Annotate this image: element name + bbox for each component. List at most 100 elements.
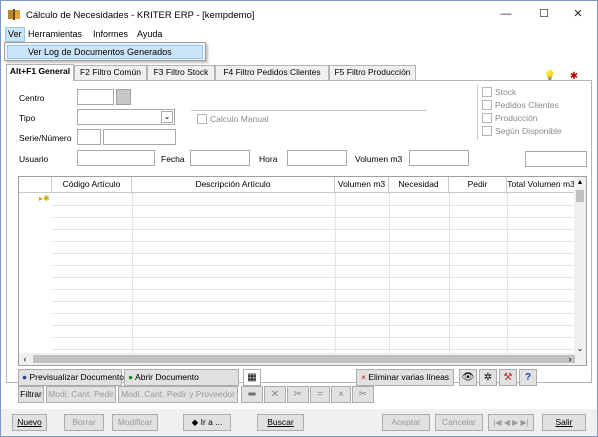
serie-label: Serie/Número: [19, 133, 72, 143]
scroll-thumb[interactable]: [576, 190, 584, 202]
tab-filtro-produccion[interactable]: F5 Filtro Producción: [329, 65, 416, 80]
tab-general[interactable]: Alt+F1 General: [6, 64, 74, 81]
modificar-button[interactable]: Modificar: [112, 414, 158, 431]
chevron-down-icon[interactable]: ⌄: [161, 111, 173, 123]
current-row-icon: ▸✱: [39, 194, 50, 203]
equals-small-icon[interactable]: =: [310, 386, 330, 403]
settings-icon[interactable]: ✲: [479, 369, 497, 386]
calendar-icon[interactable]: ▦: [243, 369, 261, 386]
horizontal-scrollbar[interactable]: ‹ ›: [19, 353, 586, 365]
menu-ayuda[interactable]: Ayuda: [135, 29, 164, 39]
preview-icon: ●: [22, 372, 28, 382]
stock-checkbox[interactable]: [482, 87, 492, 97]
grid-col-line: [449, 193, 450, 355]
close-button[interactable]: ✕: [563, 4, 593, 24]
view-icon[interactable]: 👁: [459, 369, 477, 386]
help-icon[interactable]: ?: [519, 369, 537, 386]
mod-cant-pedir-prov-button[interactable]: Modi. Cant. Pedir y Proveedor: [118, 386, 238, 403]
hora-label: Hora: [259, 154, 278, 164]
delete-icon: ×: [360, 372, 366, 382]
nuevo-button[interactable]: Nuevo: [12, 414, 47, 431]
col-pedir[interactable]: Pedir: [449, 177, 507, 193]
hscroll-thumb[interactable]: [33, 355, 575, 363]
salir-button[interactable]: Salir: [542, 414, 586, 431]
menu-ver[interactable]: Ver: [5, 27, 25, 42]
app-window: Cálculo de Necesidades - KRITER ERP - [k…: [0, 0, 598, 437]
centro-input[interactable]: [77, 89, 114, 105]
grid-col-line: [335, 193, 336, 355]
grid-row-line: [52, 265, 576, 266]
ir-a-button[interactable]: ◆ Ir a ...: [183, 414, 231, 431]
extra-input[interactable]: [525, 151, 587, 167]
minimize-button[interactable]: —: [491, 4, 521, 24]
volumen-input[interactable]: [409, 150, 469, 166]
col-necesidad[interactable]: Necesidad: [389, 177, 449, 193]
scroll-left-icon[interactable]: ‹: [19, 353, 31, 365]
produccion-label: Producción: [495, 113, 538, 123]
menu-bar: Ver Herramientas Informes Ayuda 💡 ✱: [1, 27, 597, 82]
numero-input[interactable]: [103, 129, 176, 145]
produccion-checkbox[interactable]: [482, 113, 492, 123]
eliminar-lineas-button[interactable]: × Eliminar varias líneas: [356, 369, 454, 386]
record-navigator[interactable]: |◀ ◀ ▶ ▶|: [488, 414, 534, 431]
borrar-button[interactable]: Borrar: [64, 414, 104, 431]
usuario-input[interactable]: [77, 150, 155, 166]
bottom-bar: Nuevo Borrar Modificar ◆ Ir a ... Buscar…: [1, 409, 597, 436]
window-title: Cálculo de Necesidades - KRITER ERP - [k…: [26, 10, 255, 21]
previsualizar-documento-button[interactable]: ● Previsualizar Documento: [18, 369, 124, 386]
tab-filtro-pedidos[interactable]: F4 Filtro Pedidos Clientes: [215, 65, 329, 80]
cancelar-button[interactable]: Cancelar: [435, 414, 483, 431]
grid-row-line: [52, 349, 576, 350]
calculo-manual-label: Calculo Manual: [210, 114, 269, 124]
tools-icon[interactable]: ⚒: [499, 369, 517, 386]
grid-row-line: [52, 289, 576, 290]
col-volumen-m3[interactable]: Volumen m3: [335, 177, 389, 193]
serie-input[interactable]: [77, 129, 101, 145]
eliminar-label: Eliminar varias líneas: [368, 372, 450, 382]
results-grid[interactable]: Código Artículo Descripción Artículo Vol…: [18, 176, 587, 366]
usuario-label: Usuario: [19, 154, 49, 164]
open-icon: ●: [128, 372, 134, 382]
centro-lookup-button[interactable]: [116, 89, 131, 105]
menu-item-ver-log[interactable]: Ver Log de Documentos Generados: [7, 45, 203, 59]
buscar-button[interactable]: Buscar: [257, 414, 304, 431]
row-selector-header: [19, 177, 52, 193]
menu-informes[interactable]: Informes: [91, 29, 130, 39]
scissors-icon[interactable]: ✂: [352, 386, 374, 403]
hora-input[interactable]: [287, 150, 347, 166]
x-small-icon[interactable]: ×: [331, 386, 351, 403]
scissors-x-icon[interactable]: ✂: [287, 386, 309, 403]
scroll-right-icon[interactable]: ›: [564, 353, 576, 365]
filtrar-button[interactable]: Filtrar: [18, 386, 44, 403]
abrir-documento-button[interactable]: ● Abrir Documento: [124, 369, 239, 386]
maximize-button[interactable]: ☐: [529, 4, 559, 24]
menu-herramientas[interactable]: Herramientas: [26, 29, 84, 39]
vertical-scrollbar[interactable]: ▲ ⌄: [574, 177, 586, 355]
grid-row-line: [52, 325, 576, 326]
nuevo-label: Nuevo: [17, 417, 42, 427]
col-codigo-articulo[interactable]: Código Artículo: [52, 177, 132, 193]
tipo-select[interactable]: ⌄: [77, 109, 175, 125]
aceptar-button[interactable]: Aceptar: [382, 414, 430, 431]
grid-row-line: [52, 229, 576, 230]
pedidos-clientes-checkbox[interactable]: [482, 100, 492, 110]
ver-dropdown: Ver Log de Documentos Generados: [4, 42, 206, 61]
cancel-x-icon[interactable]: ✕: [264, 386, 286, 403]
tab-filtro-comun[interactable]: F2 Filtro Común: [74, 65, 147, 80]
col-total-volumen[interactable]: Total Volumen m3: [507, 177, 576, 193]
tab-filtro-stock[interactable]: F3 Filtro Stock: [147, 65, 215, 80]
calculo-manual-checkbox[interactable]: [197, 114, 207, 124]
scroll-up-icon[interactable]: ▲: [574, 177, 586, 189]
col-descripcion-articulo[interactable]: Descripción Artículo: [132, 177, 335, 193]
pedidos-clientes-label: Pedidos Clientes: [495, 100, 559, 110]
segun-disponible-checkbox[interactable]: [482, 126, 492, 136]
abrir-label: Abrir Documento: [135, 372, 199, 382]
grid-col-line: [507, 193, 508, 355]
tipo-label: Tipo: [19, 113, 36, 123]
grid-row-line: [52, 337, 576, 338]
mod-cant-pedir-button[interactable]: Modi. Cant. Pedir: [46, 386, 116, 403]
equals-icon[interactable]: ═: [241, 386, 263, 403]
centro-label: Centro: [19, 93, 45, 103]
fecha-input[interactable]: [190, 150, 250, 166]
grid-row-line: [52, 253, 576, 254]
